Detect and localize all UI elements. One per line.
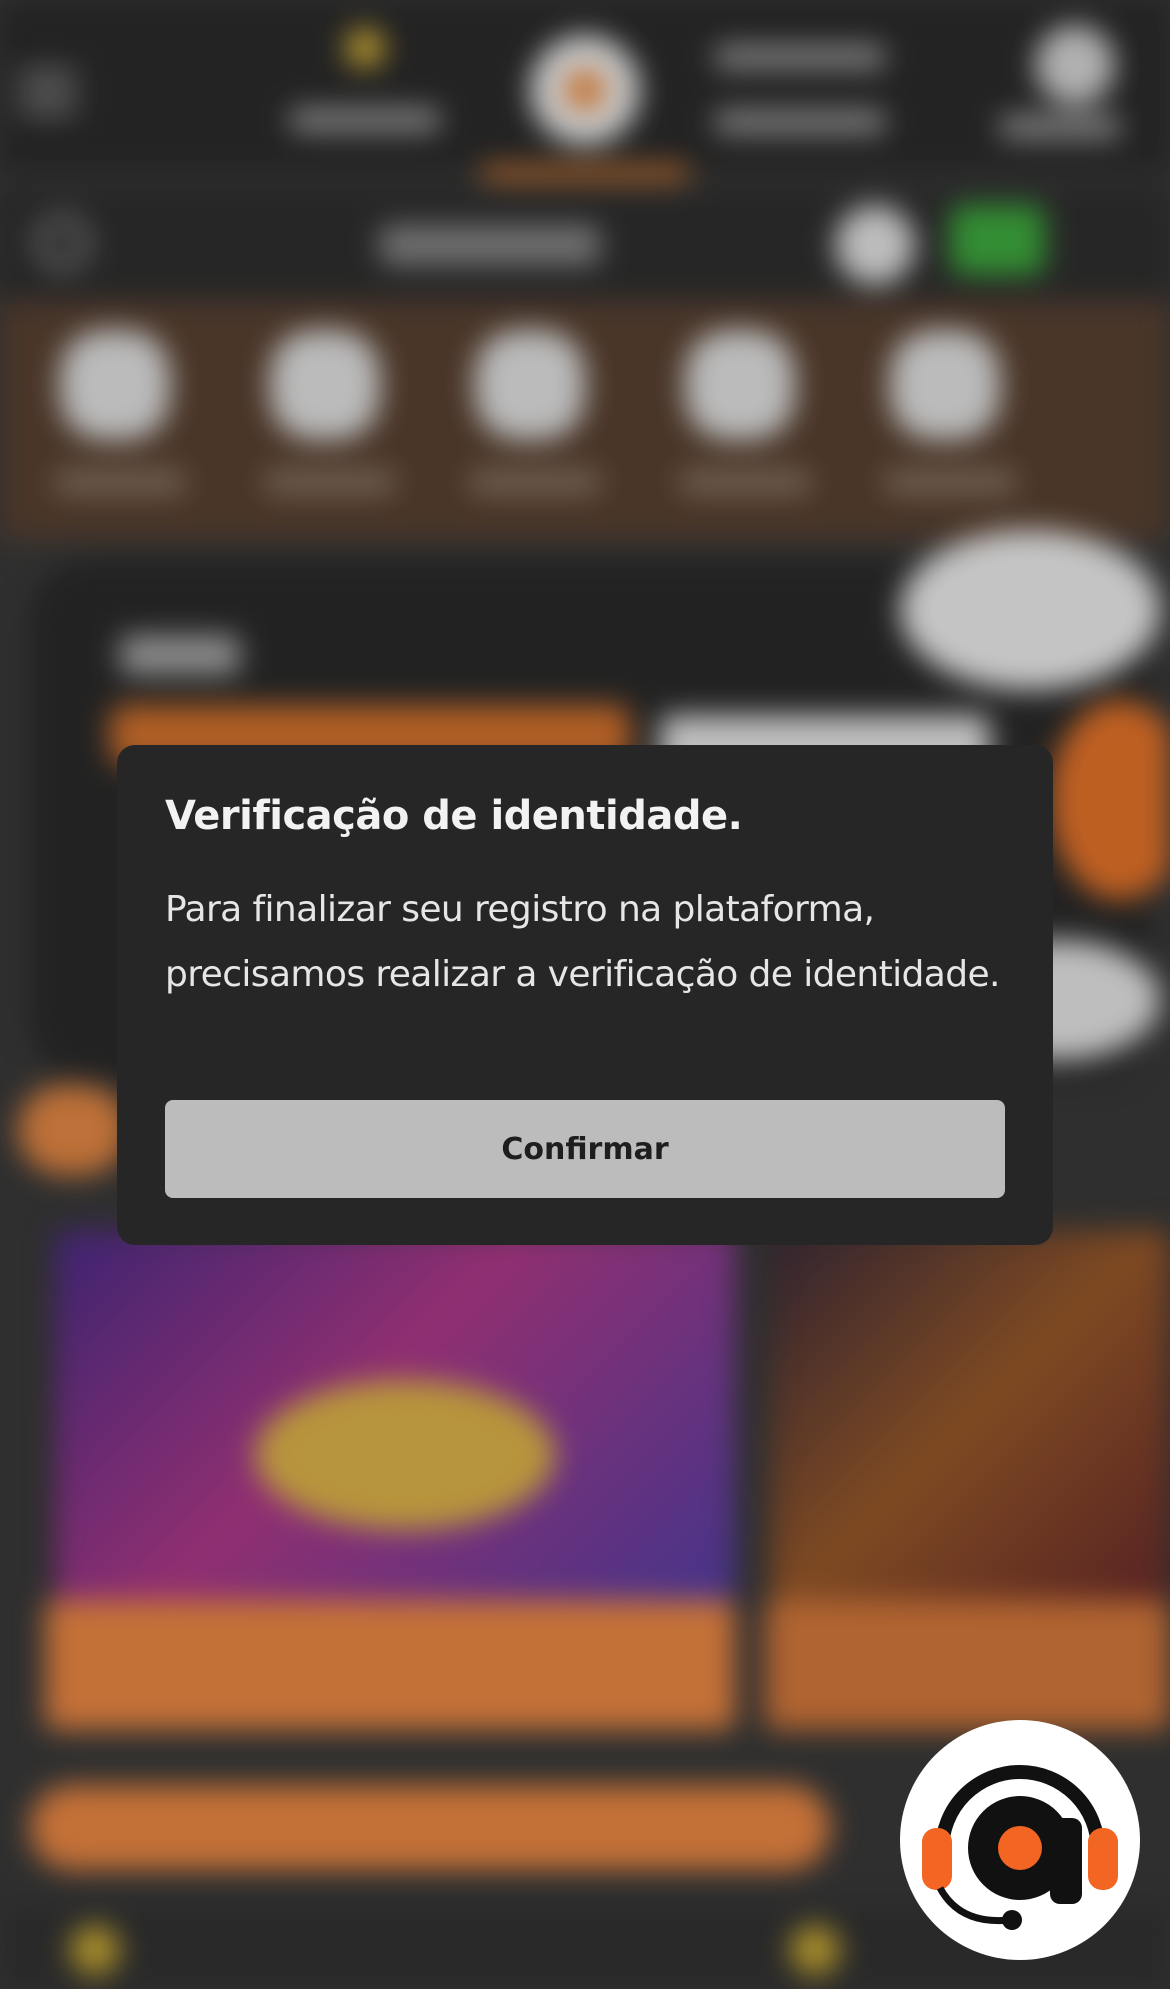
support-chat-button[interactable]: [900, 1720, 1140, 1960]
dialog-message: Para finalizar seu registro na plataform…: [165, 889, 1000, 995]
headset-support-icon: [922, 1765, 1118, 1930]
identity-verification-dialog: Verificação de identidade. Para finaliza…: [117, 745, 1053, 1245]
confirm-button[interactable]: Confirmar: [165, 1100, 1005, 1198]
dialog-title: Verificação de identidade.: [165, 793, 743, 839]
